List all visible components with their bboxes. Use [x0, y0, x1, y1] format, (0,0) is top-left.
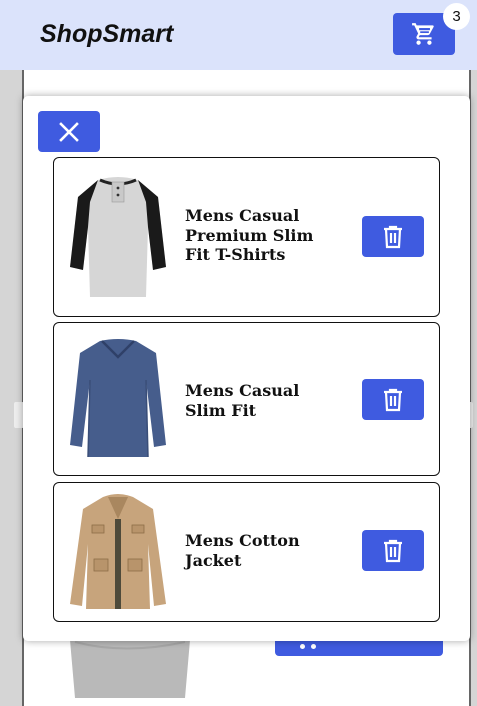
- khaki-cotton-jacket-image: [70, 494, 166, 609]
- trash-icon: [384, 388, 402, 411]
- cart-item: Mens Cotton Jacket: [53, 482, 440, 622]
- background-dot: [311, 644, 316, 649]
- cart-item-title: Mens Casual Premium Slim Fit T-Shirts: [185, 206, 314, 264]
- trash-icon: [384, 225, 402, 248]
- close-modal-button[interactable]: [38, 111, 100, 152]
- delete-item-button[interactable]: [362, 216, 424, 257]
- raglan-henley-shirt-image: [70, 177, 166, 297]
- delete-item-button[interactable]: [362, 530, 424, 571]
- background-dot: [300, 644, 305, 649]
- cart-item-title: Mens Cotton Jacket: [185, 531, 300, 570]
- cart-icon: [412, 23, 434, 45]
- close-icon: [59, 121, 79, 142]
- cart-modal: Mens Casual Premium Slim Fit T-Shirts Me…: [23, 96, 470, 641]
- cart-item-title: Mens Casual Slim Fit: [185, 381, 300, 420]
- cart-item: Mens Casual Slim Fit: [53, 322, 440, 476]
- delete-item-button[interactable]: [362, 379, 424, 420]
- navy-long-sleeve-shirt-image: [70, 339, 166, 458]
- cart-count-badge: 3: [443, 3, 470, 30]
- trash-icon: [384, 539, 402, 562]
- cart-item: Mens Casual Premium Slim Fit T-Shirts: [53, 157, 440, 317]
- top-header: ShopSmart 3: [0, 0, 477, 70]
- shop-logo[interactable]: ShopSmart: [40, 20, 173, 49]
